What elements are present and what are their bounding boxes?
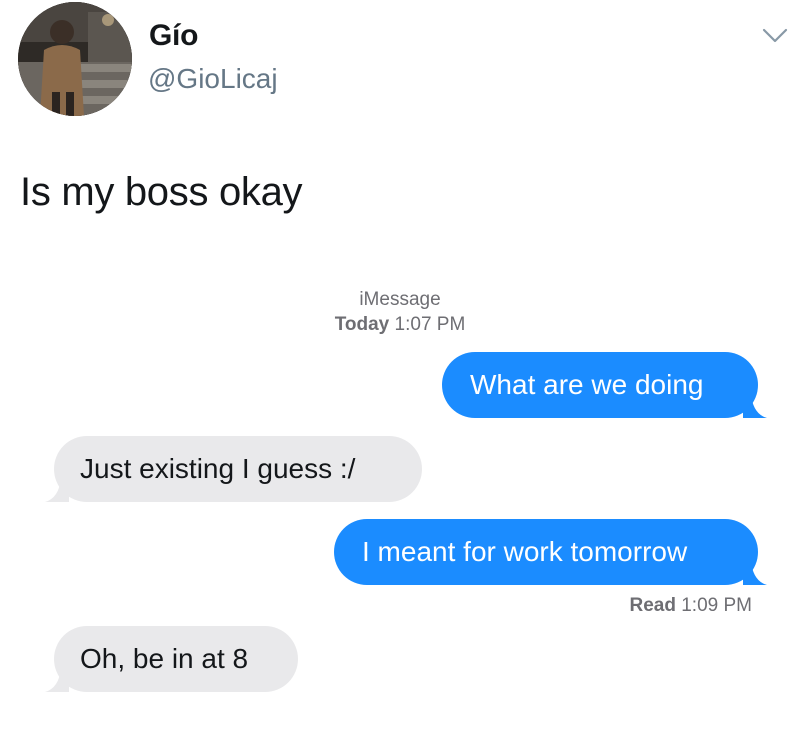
bubble-tail <box>743 394 767 418</box>
bubble-tail <box>45 668 69 692</box>
read-receipt-label: Read <box>629 595 676 616</box>
message-text: Oh, be in at 8 <box>80 643 249 674</box>
profile-photo-icon <box>18 2 132 116</box>
received-message-bubble[interactable]: Just existing I guess :/ <box>45 436 422 502</box>
message-service-label: iMessage <box>359 289 441 310</box>
author-handle[interactable]: @GioLicaj <box>148 63 278 95</box>
chevron-down-icon <box>762 28 788 43</box>
timestamp-day: Today <box>334 314 390 335</box>
message-text: Just existing I guess :/ <box>80 453 356 484</box>
bubble-tail <box>45 478 69 502</box>
tweet-menu-button[interactable] <box>759 22 791 48</box>
sent-message-bubble[interactable]: What are we doing <box>442 352 767 418</box>
message-text: What are we doing <box>470 369 704 400</box>
message-text: I meant for work tomorrow <box>362 536 688 567</box>
tweet-text: Is my boss okay <box>20 170 303 214</box>
bubble-tail <box>743 561 767 585</box>
read-receipt-time: 1:09 PM <box>681 595 752 616</box>
received-message-bubble[interactable]: Oh, be in at 8 <box>45 626 298 692</box>
author-display-name[interactable]: Gío <box>149 19 198 53</box>
message-timestamp: Today 1:07 PM <box>0 314 800 336</box>
timestamp-time: 1:07 PM <box>394 314 466 335</box>
tweet-screenshot: Gío @GioLicaj Is my boss okay iMessage T… <box>0 0 800 745</box>
read-receipt: Read 1:09 PM <box>629 595 752 617</box>
sent-message-bubble[interactable]: I meant for work tomorrow <box>334 519 767 585</box>
avatar[interactable] <box>18 2 132 116</box>
